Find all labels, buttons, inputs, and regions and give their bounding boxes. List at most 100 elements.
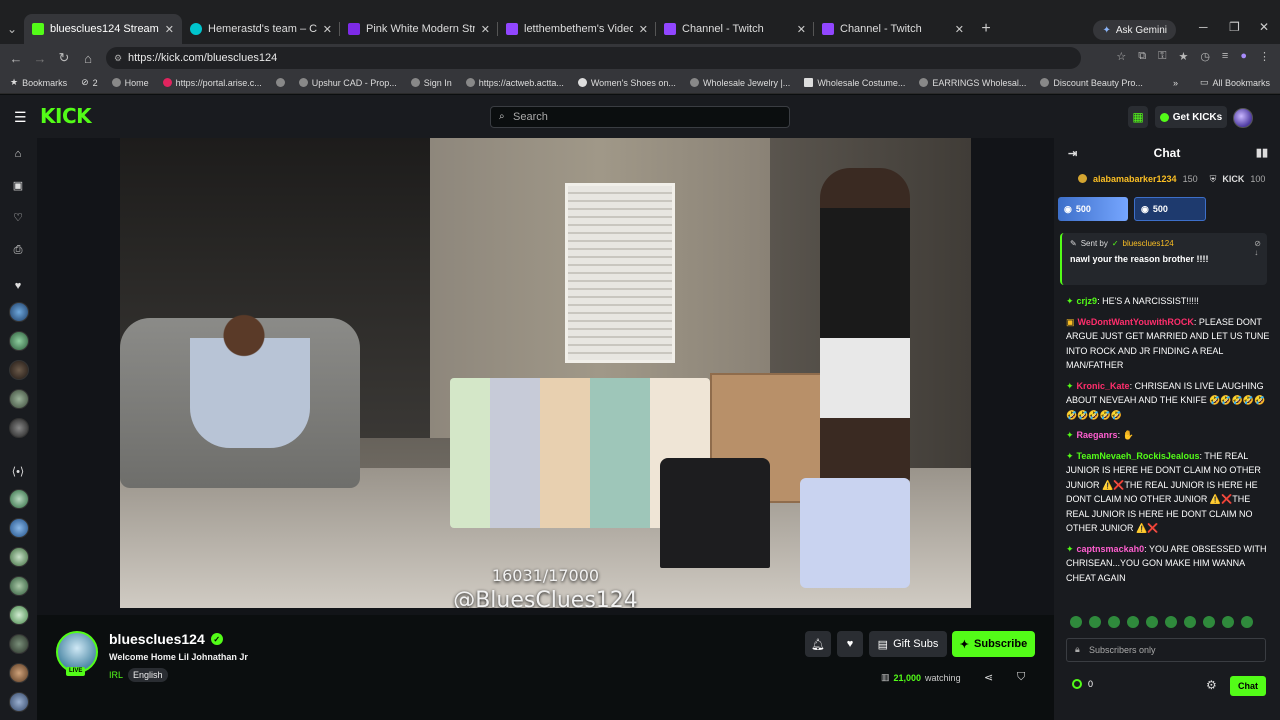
menu-icon[interactable]: ⋮ <box>1259 50 1270 63</box>
kicks-gift-card[interactable]: ◉ 500 <box>1058 197 1128 221</box>
recommended-channel-avatar[interactable] <box>9 692 29 712</box>
close-tab-icon[interactable]: ✕ <box>165 23 174 36</box>
follow-button[interactable]: ♥ <box>837 631 863 657</box>
bookmark-item[interactable] <box>275 78 285 87</box>
kicks-gift-card[interactable]: ◉ 500 <box>1134 197 1206 221</box>
browser-tab[interactable]: bluesclues124 Stream - Wat ✕ <box>24 14 182 44</box>
close-tab-icon[interactable]: ✕ <box>639 23 648 36</box>
gear-icon[interactable]: ⚙ <box>1206 678 1217 692</box>
extensions-icon[interactable]: ⧉ <box>1138 50 1146 63</box>
passwords-icon[interactable]: ⚿ <box>1158 50 1166 63</box>
send-chat-button[interactable]: Chat <box>1230 676 1266 696</box>
language-tag[interactable]: English <box>128 668 168 682</box>
clips-icon[interactable]: ⎙ <box>10 242 26 258</box>
chat-username[interactable]: crjz9 <box>1077 296 1098 306</box>
search-input[interactable]: ⌕ Search <box>490 106 790 128</box>
forward-icon[interactable]: → <box>28 51 52 66</box>
kick-logo[interactable]: KICK <box>40 104 92 128</box>
bookmark-item[interactable]: Home <box>111 78 149 88</box>
ask-gemini-button[interactable]: ✦ Ask Gemini <box>1093 20 1176 40</box>
chat-username[interactable]: TeamNevaeh_RockisJealous <box>1077 451 1200 461</box>
chat-stats-icon[interactable]: ▮▮ <box>1256 146 1268 159</box>
close-tab-icon[interactable]: ✕ <box>481 23 490 36</box>
unpin-icon[interactable]: ⊘ <box>1254 239 1261 248</box>
bookmark-item[interactable]: https://portal.arise.c... <box>162 78 262 88</box>
media-icon[interactable]: ≡ <box>1222 50 1228 63</box>
tab-search-icon[interactable]: ⌄ <box>0 14 24 44</box>
share-icon[interactable]: ⋖ <box>984 671 993 684</box>
browser-tab[interactable]: Hemerastd's team – Canva ✕ <box>182 14 340 44</box>
expand-icon[interactable]: ↓ <box>1254 248 1258 257</box>
chat-username[interactable]: captnsmackah0 <box>1077 544 1145 554</box>
close-tab-icon[interactable]: ✕ <box>797 23 806 36</box>
site-info-icon[interactable]: ⚙ <box>114 53 122 64</box>
close-tab-icon[interactable]: ✕ <box>323 23 332 36</box>
stream-category[interactable]: IRL <box>109 670 123 680</box>
recommended-channel-avatar[interactable] <box>9 518 29 538</box>
leader-username[interactable]: alabamabarker1234 <box>1093 174 1177 185</box>
emote-icon[interactable] <box>1108 616 1120 628</box>
extension-icon[interactable]: ★ <box>1178 50 1188 63</box>
bookmark-item[interactable]: Discount Beauty Pro... <box>1040 78 1143 88</box>
video-player[interactable]: 16031/17000 @BluesClues124 <box>120 138 971 608</box>
followed-channel-avatar[interactable] <box>9 418 29 438</box>
bookmark-item[interactable]: ⊘ 2 <box>81 77 98 88</box>
browser-tab[interactable]: Pink White Modern Stream Star ✕ <box>340 14 498 44</box>
kick-points[interactable]: 0 <box>1072 679 1093 689</box>
followed-channel-avatar[interactable] <box>9 360 29 380</box>
rewards-icon[interactable]: ▦ <box>1128 106 1148 128</box>
streamer-name[interactable]: bluesclues124 <box>109 631 205 647</box>
browser-tab[interactable]: letthembethem's Videos - Twitc ✕ <box>498 14 656 44</box>
collapse-chat-icon[interactable]: ⇥ <box>1068 147 1077 160</box>
followed-channel-avatar[interactable] <box>9 302 29 322</box>
all-bookmarks-button[interactable]: » ▭ All Bookmarks <box>1173 77 1270 88</box>
history-icon[interactable]: ◷ <box>1200 50 1210 63</box>
bookmark-star-icon[interactable]: ☆ <box>1116 50 1126 63</box>
chat-username[interactable]: Raeganrs <box>1077 430 1118 440</box>
reload-icon[interactable]: ↻ <box>52 50 76 66</box>
bookmark-item[interactable]: https://actweb.actta... <box>465 78 564 88</box>
url-field[interactable]: ⚙ https://kick.com/bluesclues124 <box>106 47 1081 69</box>
followed-channel-avatar[interactable] <box>9 389 29 409</box>
recommended-channel-avatar[interactable] <box>9 547 29 567</box>
emote-icon[interactable] <box>1089 616 1101 628</box>
new-tab-button[interactable]: + <box>972 14 1000 44</box>
recommended-channel-avatar[interactable] <box>9 576 29 596</box>
recommended-channel-avatar[interactable] <box>9 634 29 654</box>
emote-icon[interactable] <box>1241 616 1253 628</box>
profile-icon[interactable]: ● <box>1240 50 1247 63</box>
chat-username[interactable]: Kronic_Kate <box>1077 381 1130 391</box>
browse-icon[interactable]: ▣ <box>10 178 26 194</box>
pinned-username[interactable]: bluesclues124 <box>1123 239 1174 248</box>
home-icon[interactable]: ⌂ <box>10 146 26 162</box>
emote-icon[interactable] <box>1165 616 1177 628</box>
menu-icon[interactable]: ☰ <box>14 109 27 126</box>
notifications-button[interactable]: 🔔︎ <box>805 631 831 657</box>
recommended-channel-avatar[interactable] <box>9 605 29 625</box>
home-icon[interactable]: ⌂ <box>76 51 100 66</box>
gift-subs-button[interactable]: ▤ Gift Subs <box>869 631 947 657</box>
following-icon[interactable]: ♡ <box>10 210 26 226</box>
browser-tab[interactable]: Channel - Twitch ✕ <box>656 14 814 44</box>
bookmark-item[interactable]: Sign In <box>410 78 452 88</box>
bookmark-item[interactable]: Upshur CAD - Prop... <box>298 78 397 88</box>
more-options-icon[interactable]: ⛉ <box>1017 671 1025 684</box>
back-icon[interactable]: ← <box>4 51 28 66</box>
close-tab-icon[interactable]: ✕ <box>955 23 964 36</box>
bookmark-item[interactable]: Women's Shoes on... <box>577 78 676 88</box>
recommended-channel-avatar[interactable] <box>9 663 29 683</box>
chat-input[interactable]: 🔒︎ Subscribers only <box>1066 638 1266 662</box>
bookmark-item[interactable]: EARRINGS Wholesal... <box>919 78 1026 88</box>
browser-tab[interactable]: Channel - Twitch ✕ <box>814 14 972 44</box>
bookmark-item[interactable]: ★ Bookmarks <box>10 77 67 88</box>
emote-icon[interactable] <box>1222 616 1234 628</box>
close-window-icon[interactable]: ✕ <box>1259 20 1269 34</box>
get-kicks-button[interactable]: Get KICKs <box>1155 106 1227 128</box>
chat-username[interactable]: WeDontWantYouwithROCK <box>1078 317 1194 327</box>
followed-channel-avatar[interactable] <box>9 331 29 351</box>
maximize-icon[interactable]: ❐ <box>1229 20 1240 34</box>
emote-icon[interactable] <box>1184 616 1196 628</box>
minimize-icon[interactable]: ─ <box>1199 20 1208 34</box>
bookmark-item[interactable]: Wholesale Costume... <box>804 78 905 88</box>
subscribe-button[interactable]: ✦ Subscribe <box>952 631 1035 657</box>
